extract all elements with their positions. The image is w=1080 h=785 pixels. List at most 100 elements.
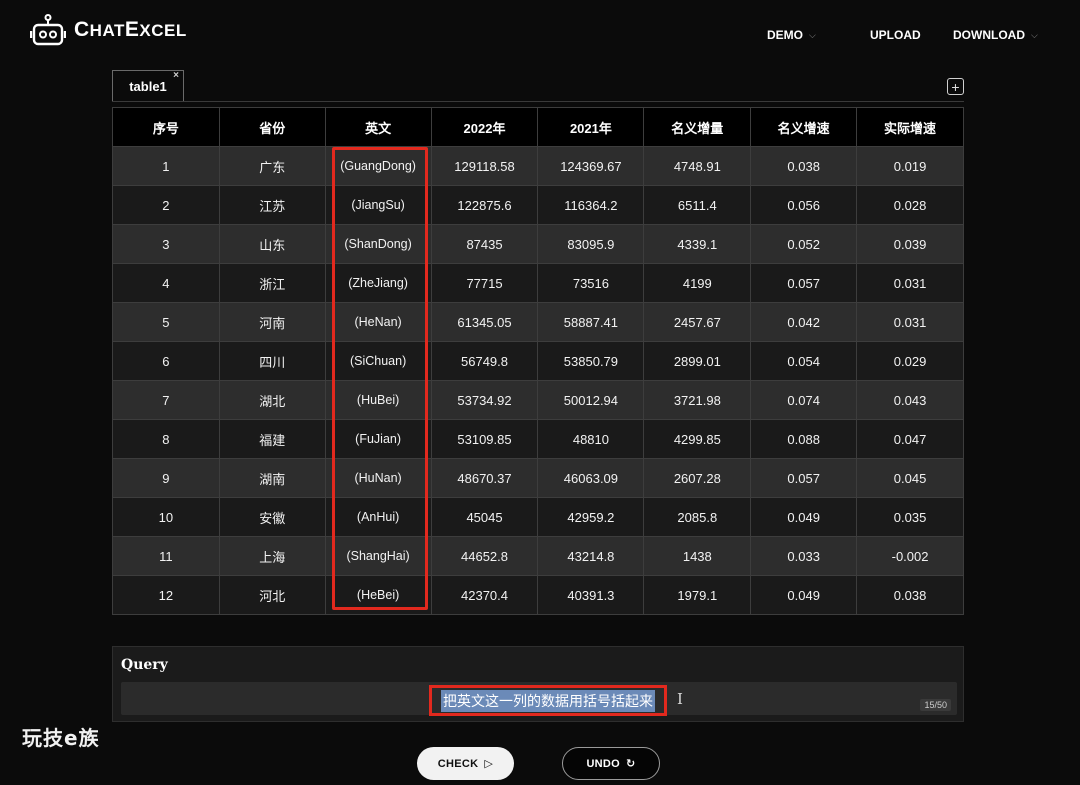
table-cell[interactable]: 53109.85 bbox=[430, 419, 539, 459]
query-input[interactable]: 把英文这一列的数据用括号括起来 I 15/50 bbox=[121, 682, 957, 716]
table-cell[interactable]: 0.042 bbox=[750, 302, 858, 342]
table-cell[interactable]: 0.054 bbox=[750, 341, 858, 381]
table-cell[interactable]: 湖南 bbox=[218, 458, 326, 498]
table-cell[interactable]: 6511.4 bbox=[643, 185, 752, 225]
table-cell[interactable]: (FuJian) bbox=[324, 419, 432, 459]
app-logo[interactable]: CHATEXCEL bbox=[29, 14, 187, 46]
table-cell[interactable]: 4748.91 bbox=[643, 146, 752, 186]
query-text[interactable]: 把英文这一列的数据用括号括起来 bbox=[441, 689, 655, 712]
table-cell[interactable]: 124369.67 bbox=[537, 146, 645, 186]
header-cell[interactable]: 2022年 bbox=[430, 107, 539, 147]
table-cell[interactable]: 122875.6 bbox=[430, 185, 539, 225]
table-cell[interactable]: 58887.41 bbox=[537, 302, 645, 342]
table-cell[interactable]: 4299.85 bbox=[643, 419, 752, 459]
header-cell[interactable]: 2021年 bbox=[537, 107, 645, 147]
table-cell[interactable]: (ShangHai) bbox=[324, 536, 432, 576]
table-cell[interactable]: 0.019 bbox=[856, 146, 964, 186]
table-cell[interactable]: 9 bbox=[112, 458, 220, 498]
table-cell[interactable]: 42370.4 bbox=[430, 575, 539, 615]
table-cell[interactable]: 广东 bbox=[218, 146, 326, 186]
undo-button[interactable]: UNDO ↻ bbox=[562, 747, 660, 780]
nav-upload[interactable]: UPLOAD bbox=[870, 28, 921, 42]
add-tab-button[interactable]: + bbox=[947, 78, 964, 95]
table-cell[interactable]: 40391.3 bbox=[537, 575, 645, 615]
table-cell[interactable]: 0.052 bbox=[750, 224, 858, 264]
table-cell[interactable]: 福建 bbox=[218, 419, 326, 459]
table-cell[interactable]: (JiangSu) bbox=[324, 185, 432, 225]
table-cell[interactable]: (SiChuan) bbox=[324, 341, 432, 381]
table-cell[interactable]: 1 bbox=[112, 146, 220, 186]
nav-demo[interactable]: DEMO ⌵ bbox=[767, 28, 816, 42]
table-cell[interactable]: 0.035 bbox=[856, 497, 964, 537]
table-cell[interactable]: 0.047 bbox=[856, 419, 964, 459]
table-cell[interactable]: (HeBei) bbox=[324, 575, 432, 615]
table-cell[interactable]: 53734.92 bbox=[430, 380, 539, 420]
table-cell[interactable]: 3 bbox=[112, 224, 220, 264]
check-button[interactable]: CHECK ▷ bbox=[417, 747, 514, 780]
table-cell[interactable]: 43214.8 bbox=[537, 536, 645, 576]
table-cell[interactable]: 湖北 bbox=[218, 380, 326, 420]
table-cell[interactable]: (AnHui) bbox=[324, 497, 432, 537]
table-cell[interactable]: 2085.8 bbox=[643, 497, 752, 537]
header-cell[interactable]: 实际增速 bbox=[856, 107, 964, 147]
table-cell[interactable]: 0.031 bbox=[856, 263, 964, 303]
table-cell[interactable]: 2 bbox=[112, 185, 220, 225]
table-cell[interactable]: (GuangDong) bbox=[324, 146, 432, 186]
table-cell[interactable]: 48810 bbox=[537, 419, 645, 459]
table-cell[interactable]: 10 bbox=[112, 497, 220, 537]
table-cell[interactable]: 129118.58 bbox=[430, 146, 539, 186]
table-cell[interactable]: 87435 bbox=[430, 224, 539, 264]
header-cell[interactable]: 序号 bbox=[112, 107, 220, 147]
table-cell[interactable]: 0.033 bbox=[750, 536, 858, 576]
table-cell[interactable]: 8 bbox=[112, 419, 220, 459]
table-cell[interactable]: 7 bbox=[112, 380, 220, 420]
header-cell[interactable]: 英文 bbox=[324, 107, 432, 147]
header-cell[interactable]: 名义增量 bbox=[643, 107, 752, 147]
tab-table1[interactable]: table1 × bbox=[112, 70, 184, 102]
table-cell[interactable]: 45045 bbox=[430, 497, 539, 537]
table-cell[interactable]: 1979.1 bbox=[643, 575, 752, 615]
nav-download[interactable]: DOWNLOAD ⌵ bbox=[953, 28, 1038, 42]
table-cell[interactable]: 48670.37 bbox=[430, 458, 539, 498]
table-cell[interactable]: 0.049 bbox=[750, 497, 858, 537]
table-cell[interactable]: 83095.9 bbox=[537, 224, 645, 264]
table-cell[interactable]: 江苏 bbox=[218, 185, 326, 225]
table-cell[interactable]: 1438 bbox=[643, 536, 752, 576]
table-cell[interactable]: 116364.2 bbox=[537, 185, 645, 225]
table-cell[interactable]: 0.049 bbox=[750, 575, 858, 615]
table-cell[interactable]: 3721.98 bbox=[643, 380, 752, 420]
table-cell[interactable]: (HeNan) bbox=[324, 302, 432, 342]
table-cell[interactable]: 42959.2 bbox=[537, 497, 645, 537]
table-cell[interactable]: 50012.94 bbox=[537, 380, 645, 420]
table-cell[interactable]: 0.038 bbox=[750, 146, 858, 186]
table-cell[interactable]: 46063.09 bbox=[537, 458, 645, 498]
table-cell[interactable]: 河南 bbox=[218, 302, 326, 342]
table-cell[interactable]: 6 bbox=[112, 341, 220, 381]
table-cell[interactable]: 2457.67 bbox=[643, 302, 752, 342]
table-cell[interactable]: -0.002 bbox=[856, 536, 964, 576]
table-cell[interactable]: 0.028 bbox=[856, 185, 964, 225]
table-cell[interactable]: (HuNan) bbox=[324, 458, 432, 498]
table-cell[interactable]: 0.039 bbox=[856, 224, 964, 264]
table-cell[interactable]: 2899.01 bbox=[643, 341, 752, 381]
table-cell[interactable]: 56749.8 bbox=[430, 341, 539, 381]
table-cell[interactable]: (HuBei) bbox=[324, 380, 432, 420]
table-cell[interactable]: 5 bbox=[112, 302, 220, 342]
header-cell[interactable]: 名义增速 bbox=[750, 107, 858, 147]
table-cell[interactable]: 浙江 bbox=[218, 263, 326, 303]
table-cell[interactable]: 0.074 bbox=[750, 380, 858, 420]
table-cell[interactable]: 4 bbox=[112, 263, 220, 303]
table-cell[interactable]: 44652.8 bbox=[430, 536, 539, 576]
table-cell[interactable]: 11 bbox=[112, 536, 220, 576]
table-cell[interactable]: 61345.05 bbox=[430, 302, 539, 342]
table-cell[interactable]: 4339.1 bbox=[643, 224, 752, 264]
table-cell[interactable]: 上海 bbox=[218, 536, 326, 576]
table-cell[interactable]: 2607.28 bbox=[643, 458, 752, 498]
table-cell[interactable]: (ShanDong) bbox=[324, 224, 432, 264]
table-cell[interactable]: 河北 bbox=[218, 575, 326, 615]
table-cell[interactable]: 四川 bbox=[218, 341, 326, 381]
close-icon[interactable]: × bbox=[173, 70, 179, 81]
table-cell[interactable]: 0.088 bbox=[750, 419, 858, 459]
header-cell[interactable]: 省份 bbox=[218, 107, 326, 147]
table-cell[interactable]: (ZheJiang) bbox=[324, 263, 432, 303]
